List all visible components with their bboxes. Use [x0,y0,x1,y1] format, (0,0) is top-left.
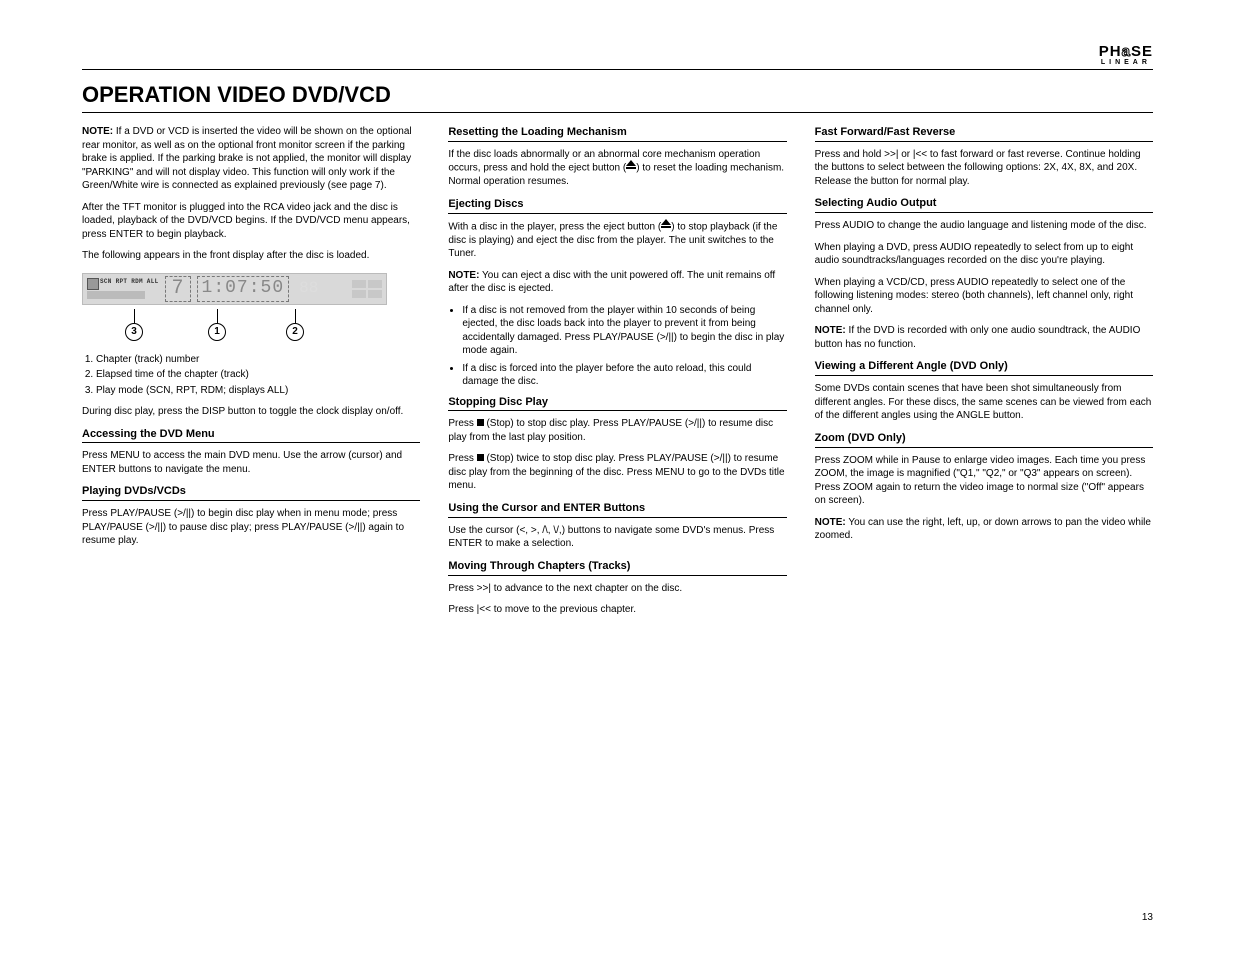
col2-h2-note: NOTE: You can eject a disc with the unit… [448,269,786,296]
col1-p2: The following appears in the front displ… [82,249,420,263]
col3-h2-text1: Press AUDIO to change the audio language… [815,219,1153,233]
col2-h3-text2: Press (Stop) twice to stop disc play. Pr… [448,452,786,493]
disc-icon [87,278,99,290]
list-item: Chapter (track) number [96,353,420,367]
heading-ejecting-discs: Ejecting Discs [448,197,786,214]
brand-logo: PHaSE LINEAR [1099,46,1153,67]
col2-h5-text1: Press >>| to advance to the next chapter… [448,582,786,596]
column-1: NOTE: If a DVD or VCD is inserted the vi… [82,125,420,625]
top-rule: PHaSE LINEAR [82,46,1153,70]
heading-zoom: Zoom (DVD Only) [815,431,1153,448]
col2-h4-text: Use the cursor (<, >, /\, \/,) buttons t… [448,524,786,551]
col2-h5-text2: Press |<< to move to the previous chapte… [448,603,786,617]
eject-icon [661,219,671,233]
lcd-legend-list: Chapter (track) number Elapsed time of t… [96,353,420,398]
heading-viewing-angle: Viewing a Different Angle (DVD Only) [815,359,1153,376]
stop-icon [477,454,484,461]
note-intro: NOTE: If a DVD or VCD is inserted the vi… [82,125,420,193]
page-number: 13 [1142,911,1153,925]
lcd-ghost: 88 [299,278,318,300]
heading-stopping-disc: Stopping Disc Play [448,395,786,412]
col3-h2-note: NOTE: If the DVD is recorded with only o… [815,324,1153,351]
col2-h3-text1: Press (Stop) to stop disc play. Press PL… [448,417,786,444]
col1-h1-text: Press MENU to access the main DVD menu. … [82,449,420,476]
col1-h2-text: Press PLAY/PAUSE (>/||) to begin disc pl… [82,507,420,548]
lcd-diagram: SCN RPT RDM ALL 7 1:07:50 88 3 [82,273,420,341]
col3-h4-note: NOTE: You can use the right, left, up, o… [815,516,1153,543]
heading-selecting-audio: Selecting Audio Output [815,196,1153,213]
col3-h4-text: Press ZOOM while in Pause to enlarge vid… [815,454,1153,508]
column-3: Fast Forward/Fast Reverse Press and hold… [815,125,1153,625]
lcd-time: 1:07:50 [197,276,290,302]
stop-icon [477,419,484,426]
col3-h2-text2: When playing a DVD, press AUDIO repeated… [815,241,1153,268]
heading-cursor-enter: Using the Cursor and ENTER Buttons [448,501,786,518]
col3-h3-text: Some DVDs contain scenes that have been … [815,382,1153,423]
column-2: Resetting the Loading Mechanism If the d… [448,125,786,625]
heading-access-dvd-menu: Accessing the DVD Menu [82,427,420,444]
col1-p3: During disc play, press the DISP button … [82,405,420,419]
callout-1: 1 [208,309,226,341]
col3-h2-text3: When playing a VCD/CD, press AUDIO repea… [815,276,1153,317]
col1-p1: After the TFT monitor is plugged into th… [82,201,420,242]
eject-bullets: If a disc is not removed from the player… [462,304,786,389]
heading-resetting-mechanism: Resetting the Loading Mechanism [448,125,786,142]
col2-h1-text: If the disc loads abnormally or an abnor… [448,148,786,189]
list-item: If a disc is forced into the player befo… [462,362,786,389]
col2-h2-text: With a disc in the player, press the eje… [448,220,786,261]
page-title: OPERATION VIDEO DVD/VCD [82,80,1153,113]
col3-h1-text: Press and hold >>| or |<< to fast forwar… [815,148,1153,189]
lcd-chapter: 7 [165,276,191,302]
eject-icon [626,160,636,174]
list-item: Play mode (SCN, RPT, RDM; displays ALL) [96,384,420,398]
list-item: Elapsed time of the chapter (track) [96,368,420,382]
callout-2: 2 [286,309,304,341]
heading-fast-forward: Fast Forward/Fast Reverse [815,125,1153,142]
list-item: If a disc is not removed from the player… [462,304,786,358]
lcd-mode-text: SCN RPT RDM ALL [100,278,159,290]
heading-moving-chapters: Moving Through Chapters (Tracks) [448,559,786,576]
callout-3: 3 [125,309,143,341]
heading-playing-dvds: Playing DVDs/VCDs [82,484,420,501]
